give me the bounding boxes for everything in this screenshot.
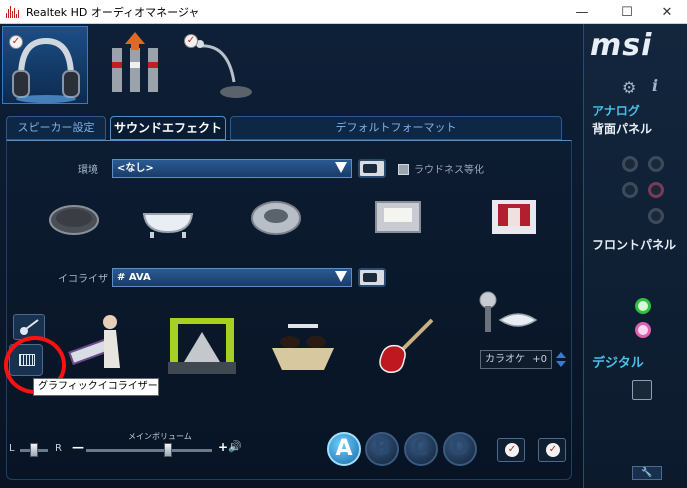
- keyboard-player-icon[interactable]: [64, 308, 134, 376]
- sewer-cover-icon[interactable]: [46, 200, 102, 238]
- volume-minus-label: —: [72, 440, 84, 454]
- analog-label: アナログ: [592, 104, 640, 118]
- stone-room-icon[interactable]: [248, 194, 304, 238]
- check-icon: ✓: [505, 443, 519, 457]
- device-strip: ✓ ✓: [0, 24, 265, 106]
- spin-up-icon[interactable]: [556, 352, 566, 358]
- stage-icon[interactable]: [486, 194, 542, 240]
- back-panel-label: 背面パネル: [592, 122, 653, 136]
- dropdown-arrow-icon: [335, 162, 347, 173]
- back-jack-icon[interactable]: [622, 156, 638, 172]
- dropdown-arrow-icon: [335, 271, 347, 282]
- environment-value: <なし>: [117, 163, 154, 174]
- balance-left-label: L: [9, 443, 15, 454]
- load-profile-button[interactable]: ✓: [538, 438, 566, 462]
- default-device-check-icon: ✓: [9, 35, 23, 49]
- back-jack-icon[interactable]: [648, 208, 664, 224]
- digital-output-icon[interactable]: [632, 380, 652, 400]
- default-device-check-icon: ✓: [184, 34, 198, 48]
- environment-edit-button[interactable]: [358, 159, 386, 178]
- volume-plus-label: +: [218, 440, 229, 454]
- tooltip: グラフィックイコライザーに変更: [33, 378, 159, 396]
- speaker-icon[interactable]: 🔊: [228, 440, 242, 453]
- karaoke-microphone-icon[interactable]: [474, 290, 550, 342]
- front-panel-label: フロントパネル: [592, 238, 677, 252]
- profile-c-button[interactable]: C: [404, 432, 438, 466]
- window-title: Realtek HD オーディオマネージャ: [26, 5, 200, 19]
- loudness-label: ラウドネス等化: [414, 165, 484, 176]
- karaoke-spinner[interactable]: [556, 350, 566, 369]
- tab-speaker-settings[interactable]: スピーカー設定: [6, 116, 106, 140]
- save-profile-button[interactable]: ✓: [497, 438, 525, 462]
- gear-icon[interactable]: ⚙: [622, 78, 636, 97]
- tab-bar: スピーカー設定 サウンドエフェクト デフォルトフォーマット: [6, 116, 562, 140]
- maximize-button[interactable]: ☐: [607, 0, 647, 24]
- profile-b-button[interactable]: B: [365, 432, 399, 466]
- realtek-audio-icon: [6, 5, 20, 18]
- bathtub-icon[interactable]: [140, 196, 196, 240]
- microphone-device[interactable]: ✓: [178, 26, 264, 104]
- karaoke-pitch-field[interactable]: カラオケ +0: [480, 350, 552, 369]
- speakers-device[interactable]: ✓: [2, 26, 88, 104]
- equalizer-label: イコライザ: [58, 274, 108, 285]
- main-volume-slider[interactable]: [163, 443, 172, 457]
- wrench-icon[interactable]: 🔧: [632, 466, 662, 480]
- karaoke-value: +0: [532, 354, 547, 365]
- tab-sound-effects[interactable]: サウンドエフェクト: [110, 116, 226, 140]
- close-button[interactable]: ✕: [647, 0, 687, 24]
- front-headphone-jack-icon[interactable]: [635, 298, 651, 314]
- main-volume-track: [86, 449, 212, 452]
- karaoke-label: カラオケ: [485, 354, 525, 365]
- front-mic-jack-icon[interactable]: [635, 322, 651, 338]
- rca-connectors-icon: [112, 32, 158, 92]
- environment-select[interactable]: <なし>: [112, 159, 352, 178]
- check-icon: ✓: [546, 443, 560, 457]
- balance-slider[interactable]: [30, 443, 38, 457]
- auditorium-icon[interactable]: [370, 196, 426, 240]
- spin-down-icon[interactable]: [556, 361, 566, 367]
- equalizer-value: # AVA: [117, 272, 151, 283]
- minimize-button[interactable]: —: [562, 0, 602, 24]
- back-jack-icon[interactable]: [622, 182, 638, 198]
- line-in-device[interactable]: [92, 26, 178, 104]
- loudness-checkbox[interactable]: [398, 164, 409, 175]
- hall-icon[interactable]: [268, 318, 338, 374]
- digital-label: デジタル: [592, 356, 644, 371]
- environment-label: 環境: [78, 165, 98, 176]
- equalizer-edit-button[interactable]: [358, 268, 386, 287]
- back-mic-jack-icon[interactable]: [648, 182, 664, 198]
- profile-a-button[interactable]: A: [327, 432, 361, 466]
- equalizer-select[interactable]: # AVA: [112, 268, 352, 287]
- title-bar: Realtek HD オーディオマネージャ — ☐ ✕: [0, 0, 687, 24]
- msi-logo: msi: [590, 28, 653, 63]
- profile-d-button[interactable]: D: [443, 432, 477, 466]
- electric-guitar-icon[interactable]: [372, 316, 436, 376]
- info-icon[interactable]: i: [652, 76, 658, 95]
- back-jack-icon[interactable]: [648, 156, 664, 172]
- live-concert-icon[interactable]: [164, 308, 240, 378]
- tab-default-format[interactable]: デフォルトフォーマット: [230, 116, 562, 140]
- main-volume-label: メインボリューム: [128, 432, 192, 441]
- balance-right-label: R: [55, 443, 62, 454]
